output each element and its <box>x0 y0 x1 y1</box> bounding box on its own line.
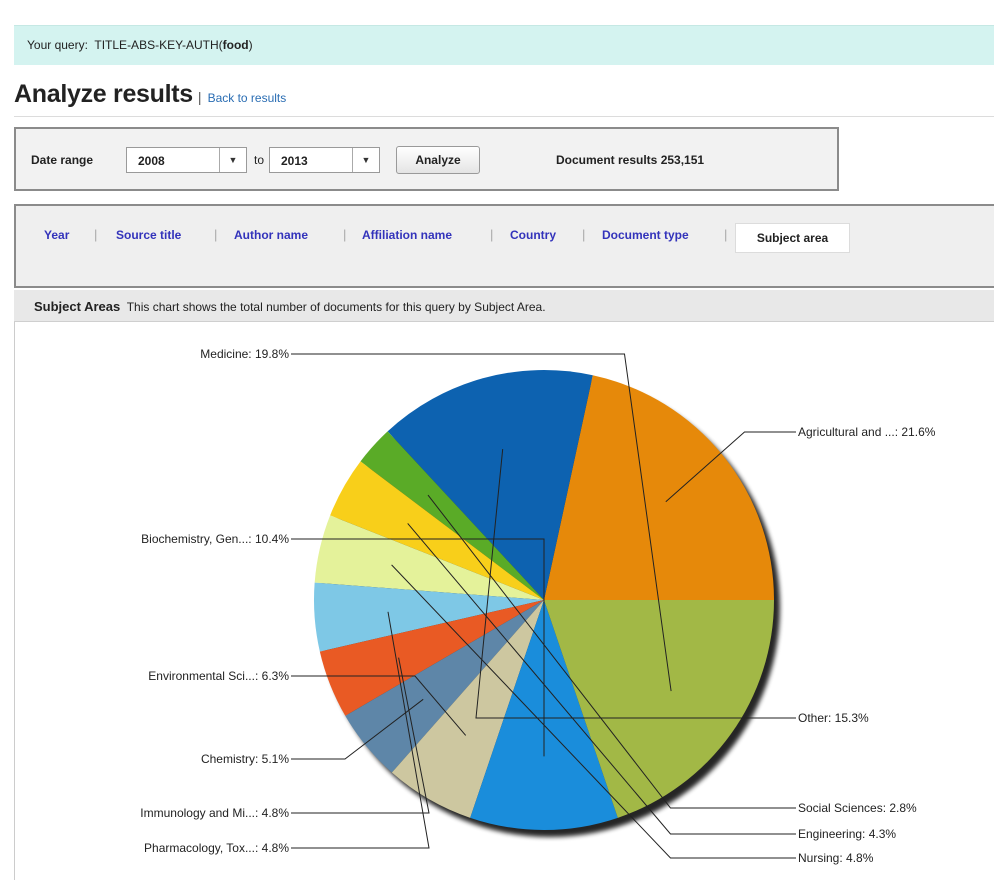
slice-label: Agricultural and ...: 21.6% <box>798 425 936 439</box>
pie-chart: Agricultural and ...: 21.6% Other: 15.3% S… <box>140 347 936 865</box>
query-term: food <box>222 38 249 52</box>
back-to-results-link[interactable]: Back to results <box>208 91 287 105</box>
tab-document-type[interactable]: Document type <box>602 228 689 242</box>
tab-separator: | <box>94 227 98 242</box>
slice-label: Immunology and Mi...: 4.8% <box>140 806 289 820</box>
tab-subject-area[interactable]: Subject area <box>735 223 850 253</box>
page-title: Analyze results <box>14 80 193 108</box>
tab-separator: | <box>490 227 494 242</box>
slice-label: Medicine: 19.8% <box>200 347 289 361</box>
title-separator: | <box>197 89 202 105</box>
slice-label: Biochemistry, Gen...: 10.4% <box>141 532 289 546</box>
from-year-value: 2008 <box>138 154 165 168</box>
to-label: to <box>254 153 265 167</box>
from-year-select[interactable]: 2008 ▼ <box>126 147 247 173</box>
analyze-button[interactable]: Analyze <box>396 146 480 174</box>
tab-year[interactable]: Year <box>44 228 69 242</box>
subject-area-chart: Agricultural and ...: 21.6% Other: 15.3% S… <box>14 322 994 880</box>
tab-separator: | <box>214 227 218 242</box>
slice-label: Environmental Sci...: 6.3% <box>148 669 289 683</box>
document-results-count: Document results 253,151 <box>556 153 705 167</box>
slice-label: Engineering: 4.3% <box>798 827 896 841</box>
tab-separator: | <box>343 227 347 242</box>
to-year-select[interactable]: 2013 ▼ <box>269 147 380 173</box>
slice-label: Chemistry: 5.1% <box>201 752 289 766</box>
subject-areas-description: This chart shows the total number of doc… <box>126 300 546 314</box>
subject-areas-title: Subject Areas <box>34 299 121 314</box>
tab-separator: | <box>724 227 728 242</box>
slice-label: Other: 15.3% <box>798 711 869 725</box>
chevron-down-icon[interactable]: ▼ <box>352 148 379 172</box>
tab-country[interactable]: Country <box>510 228 556 242</box>
divider <box>14 116 994 117</box>
query-bar: Your query: TITLE-ABS-KEY-AUTH(food) <box>14 25 994 65</box>
query-prefix: Your query: <box>27 38 88 52</box>
slice-label: Pharmacology, Tox...: 4.8% <box>144 841 289 855</box>
tab-source-title[interactable]: Source title <box>116 228 181 242</box>
slice-label: Social Sciences: 2.8% <box>798 801 917 815</box>
tab-affiliation-name[interactable]: Affiliation name <box>362 228 452 242</box>
slice-label: Nursing: 4.8% <box>798 851 874 865</box>
chevron-down-icon[interactable]: ▼ <box>219 148 246 172</box>
analysis-tabs: Year | Source title | Author name | Affi… <box>14 204 994 288</box>
tab-separator: | <box>582 227 586 242</box>
tab-author-name[interactable]: Author name <box>234 228 308 242</box>
date-range-panel: Date range 2008 ▼ to 2013 ▼ Analyze Docu… <box>14 127 839 191</box>
date-range-label: Date range <box>31 153 94 167</box>
to-year-value: 2013 <box>281 154 308 168</box>
subject-areas-header: Subject Areas This chart shows the total… <box>14 290 994 322</box>
title-row: Analyze results | Back to results <box>14 80 286 114</box>
query-text: TITLE-ABS-KEY-AUTH( <box>94 38 223 52</box>
query-suffix: ) <box>248 38 253 52</box>
